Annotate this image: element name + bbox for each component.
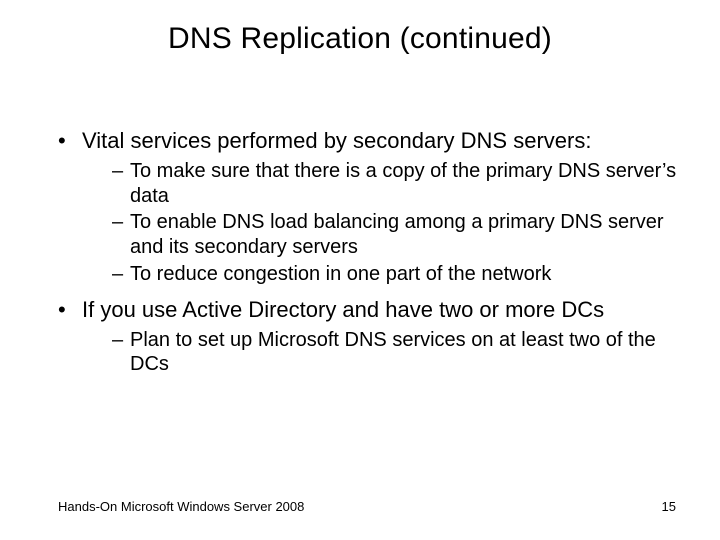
slide-body: Vital services performed by secondary DN…	[58, 128, 680, 387]
sub-list: Plan to set up Microsoft DNS services on…	[82, 328, 680, 378]
list-item: To make sure that there is a copy of the…	[112, 159, 680, 209]
sub-bullet-text: To reduce congestion in one part of the …	[130, 263, 551, 285]
sub-list: To make sure that there is a copy of the…	[82, 159, 680, 287]
list-item: If you use Active Directory and have two…	[58, 297, 680, 377]
slide-title: DNS Replication (continued)	[0, 22, 720, 56]
bullet-text: Vital services performed by secondary DN…	[82, 128, 591, 153]
bullet-text: If you use Active Directory and have two…	[82, 297, 604, 322]
sub-bullet-text: Plan to set up Microsoft DNS services on…	[130, 329, 656, 376]
sub-bullet-text: To enable DNS load balancing among a pri…	[130, 211, 664, 258]
list-item: To reduce congestion in one part of the …	[112, 262, 680, 287]
footer-source: Hands-On Microsoft Windows Server 2008	[58, 499, 304, 514]
list-item: Plan to set up Microsoft DNS services on…	[112, 328, 680, 378]
list-item: To enable DNS load balancing among a pri…	[112, 210, 680, 260]
sub-bullet-text: To make sure that there is a copy of the…	[130, 160, 676, 207]
slide: DNS Replication (continued) Vital servic…	[0, 0, 720, 540]
bullet-list: Vital services performed by secondary DN…	[58, 128, 680, 377]
list-item: Vital services performed by secondary DN…	[58, 128, 680, 287]
page-number: 15	[662, 499, 676, 514]
